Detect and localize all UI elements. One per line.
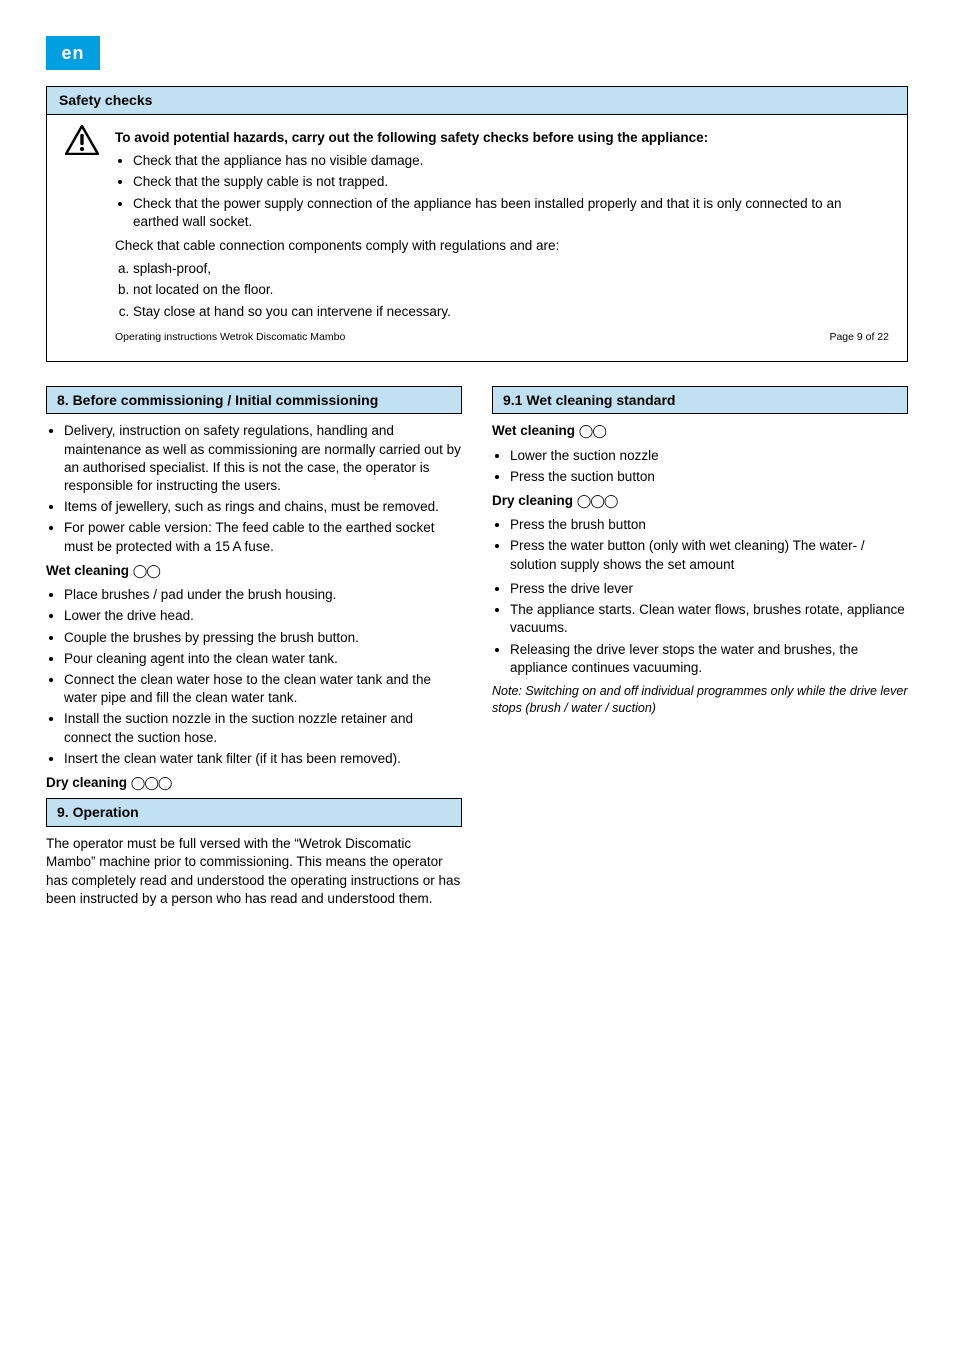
dry-cleaning-label: Dry cleaning ◯◯◯: [46, 774, 462, 792]
safety-subitem: not located on the floor.: [133, 281, 889, 299]
safety-list-main: Check that the appliance has no visible …: [115, 152, 889, 231]
safety-checks-box: Safety checks To avoid potential hazards…: [46, 86, 908, 362]
list-item: Lower the drive head.: [64, 607, 462, 625]
left-column: 8. Before commissioning / Initial commis…: [46, 386, 462, 915]
list-item: Press the drive lever: [510, 580, 908, 598]
section-8-title: 8. Before commissioning / Initial commis…: [46, 386, 462, 415]
list-item: Lower the suction nozzle: [510, 447, 908, 465]
caption-row: Operating instructions Wetrok Discomatic…: [115, 331, 889, 345]
safety-subitem: Stay close at hand so you can intervene …: [133, 303, 889, 321]
safety-list-sub: splash-proof, not located on the floor. …: [115, 260, 889, 321]
circles-icon: ◯◯: [133, 562, 160, 580]
language-tag: en: [46, 36, 100, 70]
list-item: Couple the brushes by pressing the brush…: [64, 629, 462, 647]
safety-checks-body: To avoid potential hazards, carry out th…: [47, 115, 907, 361]
safety-item: Check that the supply cable is not trapp…: [133, 173, 889, 191]
wet-cleaning-label: Wet cleaning ◯◯: [46, 562, 462, 580]
list-item: Pour cleaning agent into the clean water…: [64, 650, 462, 668]
list-item: For power cable version: The feed cable …: [64, 519, 462, 555]
circles-icon: ◯◯◯: [131, 774, 172, 792]
dry-cleaning-list: Press the brush button Press the water b…: [492, 516, 908, 574]
list-item: Releasing the drive lever stops the wate…: [510, 641, 908, 677]
section-91-note: Note: Switching on and off individual pr…: [492, 683, 908, 717]
operation-list: Press the drive lever The appliance star…: [492, 580, 908, 677]
warning-icon: [65, 125, 99, 155]
caption-right: Page 9 of 22: [829, 331, 889, 345]
list-item: Connect the clean water hose to the clea…: [64, 671, 462, 707]
section-9-title: 9. Operation: [46, 798, 462, 827]
list-item: Press the water button (only with wet cl…: [510, 537, 908, 573]
safety-item: Check that the power supply connection o…: [133, 195, 889, 231]
safety-subitem: splash-proof,: [133, 260, 889, 278]
list-item: Delivery, instruction on safety regulati…: [64, 422, 462, 495]
dry-cleaning-label: Dry cleaning ◯◯◯: [492, 492, 908, 510]
columns: 8. Before commissioning / Initial commis…: [46, 386, 908, 915]
safety-sub-intro: Check that cable connection components c…: [115, 237, 889, 255]
list-item: Press the brush button: [510, 516, 908, 534]
list-item: Install the suction nozzle in the suctio…: [64, 710, 462, 746]
section-91-title: 9.1 Wet cleaning standard: [492, 386, 908, 415]
section-9-body: The operator must be full versed with th…: [46, 835, 462, 908]
page: en Safety checks To avoid potential haza…: [0, 0, 954, 1350]
list-item: Items of jewellery, such as rings and ch…: [64, 498, 462, 516]
caption-left: Operating instructions Wetrok Discomatic…: [115, 331, 345, 345]
safety-item: Check that the appliance has no visible …: [133, 152, 889, 170]
list-item: The appliance starts. Clean water flows,…: [510, 601, 908, 637]
circles-icon: ◯◯◯: [577, 492, 618, 510]
wet-cleaning-label: Wet cleaning ◯◯: [492, 422, 908, 440]
list-item: Press the suction button: [510, 468, 908, 486]
wet-cleaning-list: Place brushes / pad under the brush hous…: [46, 586, 462, 768]
list-item: Place brushes / pad under the brush hous…: [64, 586, 462, 604]
wet-cleaning-list: Lower the suction nozzle Press the sucti…: [492, 447, 908, 486]
circles-icon: ◯◯: [579, 422, 606, 440]
list-item: Insert the clean water tank filter (if i…: [64, 750, 462, 768]
safety-checks-title: Safety checks: [47, 87, 907, 115]
safety-checks-text: To avoid potential hazards, carry out th…: [115, 129, 889, 345]
right-column: 9.1 Wet cleaning standard Wet cleaning ◯…: [492, 386, 908, 915]
section-8-list: Delivery, instruction on safety regulati…: [46, 422, 462, 556]
safety-lead: To avoid potential hazards, carry out th…: [115, 129, 889, 147]
